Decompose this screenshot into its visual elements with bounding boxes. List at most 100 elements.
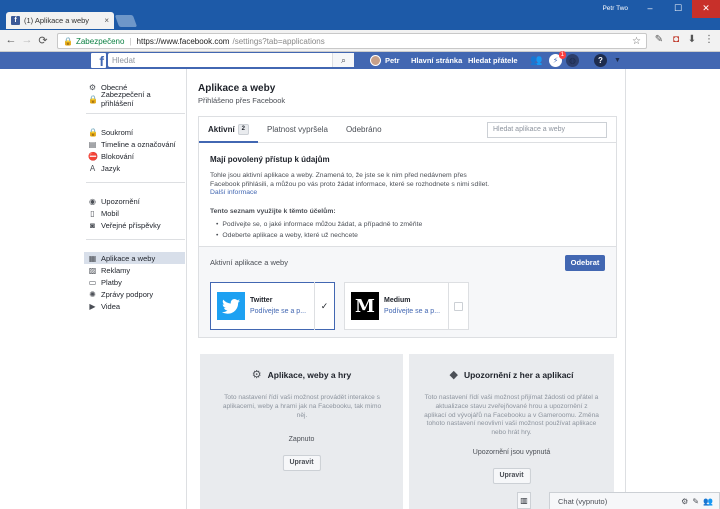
remove-button[interactable]: Odebrat bbox=[565, 255, 605, 271]
app-search-input[interactable]: Hledat aplikace a weby bbox=[487, 122, 607, 138]
help-icon[interactable]: ? bbox=[594, 54, 607, 67]
minimize-button[interactable]: – bbox=[636, 0, 664, 18]
card-title: Aplikace, weby a hry bbox=[267, 369, 352, 380]
mobil-icon: ▯ bbox=[90, 208, 95, 218]
apps-panel: Aktivní 2 Platnost vypršela Odebráno Hled… bbox=[198, 116, 617, 338]
tab-close-icon[interactable]: × bbox=[104, 16, 109, 25]
sidebar-group: 🔒 Soukromí ▤ Timeline a označování ⛔ Blokován… bbox=[86, 126, 185, 183]
aplikace-a-weby-icon: ▦ bbox=[88, 253, 97, 263]
sidebar-item-zpravy-podpory[interactable]: ✺ Zprávy podpory bbox=[86, 288, 185, 300]
sidebar-item-blokovani[interactable]: ⛔ Blokování bbox=[86, 150, 185, 162]
checkmark-icon: ✓ bbox=[320, 300, 329, 311]
app-card-medium[interactable]: M Medium Podívejte se a p... bbox=[344, 282, 469, 330]
pocket-extension-icon[interactable]: ◘ bbox=[670, 34, 682, 47]
forward-button[interactable]: → bbox=[20, 34, 34, 46]
chat-bar[interactable]: Chat (vypnuto) ⚙ ✎ 👥 bbox=[549, 492, 720, 509]
search-placeholder: Hledat bbox=[112, 55, 136, 65]
sidebar-item-label: Videa bbox=[101, 301, 121, 311]
search-icon[interactable]: ⌕ bbox=[332, 53, 354, 67]
back-button[interactable]: ← bbox=[4, 34, 18, 46]
sidebar-item-timeline-a-oznacovani[interactable]: ▤ Timeline a označování bbox=[86, 138, 185, 150]
sidebar-item-zabezpeceni-a-prihlaseni[interactable]: 🔒 Zabezpečení a přihlášení bbox=[86, 90, 185, 108]
app-details-link[interactable]: Podívejte se a p... bbox=[384, 308, 448, 315]
settings-page: ⚙ Obecné 🔒 Zabezpečení a přihlášení 🔒 Soukrom… bbox=[0, 69, 720, 509]
platby-icon: ▭ bbox=[88, 277, 97, 287]
chat-settings-icon[interactable]: ⚙ bbox=[681, 497, 688, 506]
sidebar-item-mobil[interactable]: ▯ Mobil bbox=[86, 207, 185, 219]
profile-link[interactable]: Petr bbox=[370, 52, 400, 69]
sidebar-item-label: Mobil bbox=[101, 208, 119, 218]
sidebar-item-verejne-prispevky[interactable]: ◙ Veřejné příspěvky bbox=[86, 219, 185, 231]
verejne-prispevky-icon: ◙ bbox=[90, 220, 95, 230]
sidebar-item-label: Zabezpečení a přihlášení bbox=[101, 90, 151, 108]
url-path: /settings?tab=applications bbox=[232, 36, 325, 46]
sidebar-group: ◉ Upozornění ▯ Mobil ◙ Veřejné příspěvky bbox=[86, 195, 185, 240]
extension-pin-icon[interactable]: ✎ bbox=[653, 34, 665, 47]
edit-button[interactable]: Upravit bbox=[492, 468, 531, 484]
soukromi-icon: 🔒 bbox=[88, 127, 98, 137]
sidebar-item-platby[interactable]: ▭ Platby bbox=[86, 276, 185, 288]
zabezpeceni-a-prihlaseni-icon: 🔒 bbox=[88, 94, 98, 104]
intro-section: Mají povolený přístup k údajům Tohle jso… bbox=[199, 143, 616, 241]
profile-name: Petr bbox=[385, 56, 400, 65]
sidebar-item-aplikace-a-weby[interactable]: ▦ Aplikace a weby bbox=[84, 252, 185, 264]
facebook-search-input[interactable]: Hledat ⌕ bbox=[108, 53, 354, 67]
lock-icon: 🔒 bbox=[63, 36, 73, 46]
tab-expired[interactable]: Platnost vypršela bbox=[258, 117, 337, 143]
maximize-button[interactable]: ☐ bbox=[664, 0, 692, 18]
browser-titlebar: f (1) Aplikace a weby × Petr Two – ☐ ✕ bbox=[0, 0, 720, 30]
sidebar-item-jazyk[interactable]: A Jazyk bbox=[86, 162, 185, 174]
chat-sidebar-toggle-icon[interactable]: ▥ bbox=[517, 492, 531, 509]
account-menu-chevron-icon[interactable]: ▼ bbox=[611, 54, 624, 67]
gear-icon: ⚙ bbox=[251, 369, 262, 381]
messenger-icon[interactable]: ⚡ 1 bbox=[549, 51, 566, 67]
browser-menu-icon[interactable]: ⋮ bbox=[703, 34, 715, 47]
settings-content: Aplikace a weby Přihlášeno přes Facebook… bbox=[186, 69, 626, 509]
more-info-link[interactable]: Další informace bbox=[210, 189, 257, 196]
bookmark-star-icon[interactable]: ☆ bbox=[632, 36, 641, 47]
tab-active[interactable]: Aktivní 2 bbox=[199, 117, 259, 143]
sidebar-item-videa[interactable]: ▶ Videa bbox=[86, 300, 185, 312]
sidebar-item-label: Upozornění bbox=[101, 196, 140, 206]
videa-icon: ▶ bbox=[89, 301, 96, 311]
sidebar-item-label: Platby bbox=[101, 277, 122, 287]
close-window-button[interactable]: ✕ bbox=[692, 0, 720, 18]
friend-requests-icon[interactable]: 👥 bbox=[530, 54, 543, 67]
app-select-checkbox[interactable] bbox=[448, 282, 468, 330]
browser-toolbar: ← → ⟳ 🔒 Zabezpečeno | https://www.facebo… bbox=[0, 30, 720, 52]
chat-label: Chat (vypnuto) bbox=[558, 496, 608, 506]
facebook-favicon-icon: f bbox=[11, 16, 20, 25]
tab-removed[interactable]: Odebráno bbox=[337, 117, 391, 143]
browser-tab[interactable]: f (1) Aplikace a weby × bbox=[6, 12, 114, 29]
app-card-twitter[interactable]: Twitter Podívejte se a p... ✓ bbox=[210, 282, 335, 330]
bullet-item: Odeberte aplikace a weby, které už nechc… bbox=[210, 230, 605, 241]
card-title: Upozornění z her a aplikací bbox=[463, 369, 574, 380]
upozorneni-icon: ◉ bbox=[89, 196, 96, 206]
sidebar-item-upozorneni[interactable]: ◉ Upozornění bbox=[86, 195, 185, 207]
download-extension-icon[interactable]: ⬇ bbox=[686, 34, 698, 47]
sidebar-item-label: Jazyk bbox=[101, 163, 121, 173]
home-link[interactable]: Hlavní stránka bbox=[411, 52, 462, 69]
bullet-item: Podívejte se, o jaké informace můžou žád… bbox=[210, 219, 605, 230]
apps-websites-games-card: ⚙ Aplikace, weby a hry Toto nastavení říd… bbox=[200, 354, 403, 509]
avatar bbox=[370, 55, 381, 66]
sidebar-item-reklamy[interactable]: ▨ Reklamy bbox=[86, 264, 185, 276]
notification-badge: 1 bbox=[558, 51, 566, 59]
facebook-logo[interactable]: f bbox=[91, 53, 106, 68]
jazyk-icon: A bbox=[89, 163, 96, 173]
notifications-globe-icon[interactable]: ◍ bbox=[566, 54, 579, 67]
cube-icon: ◆ bbox=[449, 369, 458, 381]
reklamy-icon: ▨ bbox=[88, 265, 97, 275]
new-tab-button[interactable] bbox=[114, 15, 138, 27]
edit-button[interactable]: Upravit bbox=[282, 455, 321, 471]
intro-text: Tohle jsou aktivní aplikace a weby. Znam… bbox=[210, 172, 490, 197]
sidebar-item-soukromi[interactable]: 🔒 Soukromí bbox=[86, 126, 185, 138]
new-message-icon[interactable]: ✎ bbox=[692, 497, 699, 506]
app-select-checkbox[interactable]: ✓ bbox=[314, 282, 334, 330]
create-group-icon[interactable]: 👥 bbox=[703, 497, 713, 506]
address-bar[interactable]: 🔒 Zabezpečeno | https://www.facebook.com… bbox=[57, 33, 647, 49]
reload-button[interactable]: ⟳ bbox=[36, 34, 50, 47]
app-details-link[interactable]: Podívejte se a p... bbox=[250, 308, 314, 315]
find-friends-link[interactable]: Hledat přátele bbox=[468, 52, 518, 69]
card-state: Zapnuto bbox=[288, 436, 315, 443]
